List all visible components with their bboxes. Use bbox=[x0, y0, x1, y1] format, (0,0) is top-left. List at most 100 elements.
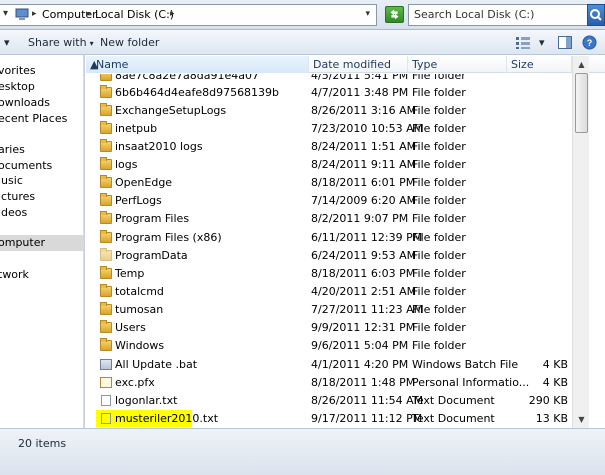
computer-icon bbox=[15, 8, 29, 20]
address-dropdown-icon[interactable]: ▾ bbox=[365, 9, 370, 19]
file-row[interactable]: All Update .bat 4/1/2011 4:20 PM Windows… bbox=[86, 356, 572, 374]
search-icon bbox=[590, 9, 602, 21]
file-size: 4 KB bbox=[542, 376, 568, 389]
column-header-date-modified[interactable]: Date modified bbox=[309, 56, 408, 73]
file-row[interactable]: insaat2010 logs 8/24/2011 1:51 AM File f… bbox=[86, 138, 572, 156]
nav-item-downloads[interactable]: ownloads bbox=[0, 95, 83, 111]
file-name: inetpub bbox=[115, 122, 158, 135]
folder-icon bbox=[100, 121, 112, 134]
file-name: totalcmd bbox=[115, 285, 164, 298]
nav-item-favorites[interactable]: vorites bbox=[0, 63, 83, 79]
file-name: exc.pfx bbox=[115, 376, 155, 389]
file-row[interactable]: ProgramData 6/24/2011 9:53 AM File folde… bbox=[86, 247, 572, 265]
breadcrumb-separator-icon[interactable]: ▸ bbox=[170, 9, 175, 19]
help-icon[interactable]: ? bbox=[582, 35, 597, 50]
pane-divider[interactable] bbox=[84, 55, 85, 428]
view-dropdown-icon[interactable]: ▾ bbox=[539, 36, 545, 49]
file-row-highlighted[interactable]: musteriler2010.txt 9/17/2011 11:12 PM Te… bbox=[86, 410, 572, 428]
refresh-button[interactable] bbox=[385, 6, 404, 23]
file-date: 4/1/2011 4:20 PM bbox=[311, 358, 409, 371]
view-options-icon[interactable] bbox=[516, 37, 530, 49]
file-row[interactable]: Windows 9/6/2011 5:04 PM File folder bbox=[86, 337, 572, 355]
file-row[interactable]: tumosan 7/27/2011 11:23 AM File folder bbox=[86, 301, 572, 319]
file-row[interactable]: Temp 8/18/2011 6:03 PM File folder bbox=[86, 265, 572, 283]
file-type: Personal Informatio... bbox=[412, 376, 530, 389]
recent-pages-arrow-icon[interactable]: ▾ bbox=[3, 8, 8, 19]
column-label: Size bbox=[511, 58, 534, 71]
sort-ascending-icon: ▲ bbox=[90, 58, 99, 71]
nav-item-pictures[interactable]: ictures bbox=[0, 189, 83, 205]
file-date: 7/14/2009 6:20 AM bbox=[311, 194, 417, 207]
file-list: 8ae7c8a2e7a8da91e4a07 4/5/2011 5:41 PM F… bbox=[86, 74, 572, 428]
file-date: 9/6/2011 5:04 PM bbox=[311, 339, 409, 352]
nav-item-label: ownloads bbox=[0, 96, 50, 109]
file-size: 13 KB bbox=[535, 412, 568, 425]
column-headers: Name ▲ Date modified Type Size bbox=[86, 56, 605, 73]
breadcrumb-separator-icon[interactable]: ▸ bbox=[32, 9, 37, 19]
column-header-type[interactable]: Type bbox=[408, 56, 507, 73]
scroll-down-icon[interactable]: ▼ bbox=[573, 411, 590, 428]
folder-icon bbox=[100, 266, 112, 279]
text-file-icon bbox=[101, 413, 111, 424]
nav-item-recent-places[interactable]: ecent Places bbox=[0, 111, 83, 127]
file-row[interactable]: logonlar.txt 8/26/2011 11:54 AM Text Doc… bbox=[86, 392, 572, 410]
file-row[interactable]: PerfLogs 7/14/2009 6:20 AM File folder bbox=[86, 192, 572, 210]
file-row[interactable]: ExchangeSetupLogs 8/26/2011 3:16 AM File… bbox=[86, 102, 572, 120]
nav-item-label: ictures bbox=[0, 190, 36, 203]
nav-item-music[interactable]: lusic bbox=[0, 173, 83, 189]
file-date: 7/27/2011 11:23 AM bbox=[311, 303, 424, 316]
file-date: 4/5/2011 5:41 PM bbox=[311, 74, 409, 82]
nav-item-desktop[interactable]: esktop bbox=[0, 79, 83, 95]
file-name: 6b6b464d4eafe8d97568139b bbox=[115, 86, 280, 99]
search-input[interactable]: Search Local Disk (C:) bbox=[408, 4, 588, 26]
scrollbar-thumb[interactable] bbox=[575, 73, 588, 133]
folder-icon bbox=[100, 103, 112, 116]
column-header-size[interactable]: Size bbox=[507, 56, 572, 73]
search-button[interactable] bbox=[587, 4, 605, 26]
file-name: Users bbox=[115, 321, 146, 334]
file-type: File folder bbox=[412, 212, 466, 225]
file-row[interactable]: OpenEdge 8/18/2011 6:01 PM File folder bbox=[86, 174, 572, 192]
file-name: Program Files (x86) bbox=[115, 231, 222, 244]
breadcrumb-local-disk[interactable]: Local Disk (C:) bbox=[95, 8, 174, 21]
file-name: ProgramData bbox=[115, 249, 188, 262]
nav-item-documents[interactable]: ocuments bbox=[0, 158, 83, 174]
refresh-icon bbox=[390, 9, 399, 20]
folder-icon bbox=[100, 211, 112, 224]
nav-item-computer[interactable]: omputer bbox=[0, 235, 83, 251]
vertical-scrollbar[interactable]: ▲ ▼ bbox=[572, 56, 589, 428]
scroll-up-icon[interactable]: ▲ bbox=[573, 56, 590, 73]
file-size: 4 KB bbox=[542, 358, 568, 371]
svg-text:?: ? bbox=[587, 38, 593, 48]
column-label: Date modified bbox=[313, 58, 391, 71]
file-row[interactable]: exc.pfx 8/18/2011 1:48 PM Personal Infor… bbox=[86, 374, 572, 392]
preview-pane-icon[interactable] bbox=[558, 36, 572, 49]
item-count: 20 items bbox=[18, 437, 67, 450]
nav-item-libraries[interactable]: aries bbox=[0, 142, 83, 158]
nav-item-videos[interactable]: ideos bbox=[0, 205, 83, 221]
column-header-name[interactable]: Name ▲ bbox=[86, 56, 309, 73]
share-with-button[interactable]: Share with ▾ bbox=[28, 36, 94, 49]
file-row[interactable]: Program Files (x86) 6/11/2011 12:39 PM F… bbox=[86, 229, 572, 247]
file-row[interactable]: logs 8/24/2011 9:11 AM File folder bbox=[86, 156, 572, 174]
file-type: File folder bbox=[412, 231, 466, 244]
file-type: Text Document bbox=[412, 412, 495, 425]
breadcrumb-separator-icon[interactable]: ▸ bbox=[86, 9, 91, 19]
file-date: 7/23/2010 10:53 AM bbox=[311, 122, 424, 135]
file-date: 6/11/2011 12:39 PM bbox=[311, 231, 423, 244]
address-bar[interactable]: ▾ ▸ Computer ▸ Local Disk (C:) ▸ ▾ bbox=[0, 4, 377, 26]
nav-item-network[interactable]: twork bbox=[0, 267, 83, 283]
file-type: File folder bbox=[412, 194, 466, 207]
address-bar-area: ▾ ▸ Computer ▸ Local Disk (C:) ▸ ▾ Searc… bbox=[0, 0, 605, 30]
file-row[interactable]: 6b6b464d4eafe8d97568139b 4/7/2011 3:48 P… bbox=[86, 84, 572, 102]
organize-dropdown-icon[interactable]: ▾ bbox=[4, 36, 10, 49]
folder-icon bbox=[100, 193, 112, 206]
file-row[interactable]: inetpub 7/23/2010 10:53 AM File folder bbox=[86, 120, 572, 138]
new-folder-button[interactable]: New folder bbox=[100, 36, 159, 49]
file-row[interactable]: totalcmd 4/20/2011 2:51 AM File folder bbox=[86, 283, 572, 301]
file-row[interactable]: Program Files 8/2/2011 9:07 PM File fold… bbox=[86, 210, 572, 228]
file-type: File folder bbox=[412, 339, 466, 352]
nav-item-label: vorites bbox=[0, 64, 36, 77]
file-date: 4/20/2011 2:51 AM bbox=[311, 285, 417, 298]
file-row[interactable]: Users 9/9/2011 12:31 PM File folder bbox=[86, 319, 572, 337]
